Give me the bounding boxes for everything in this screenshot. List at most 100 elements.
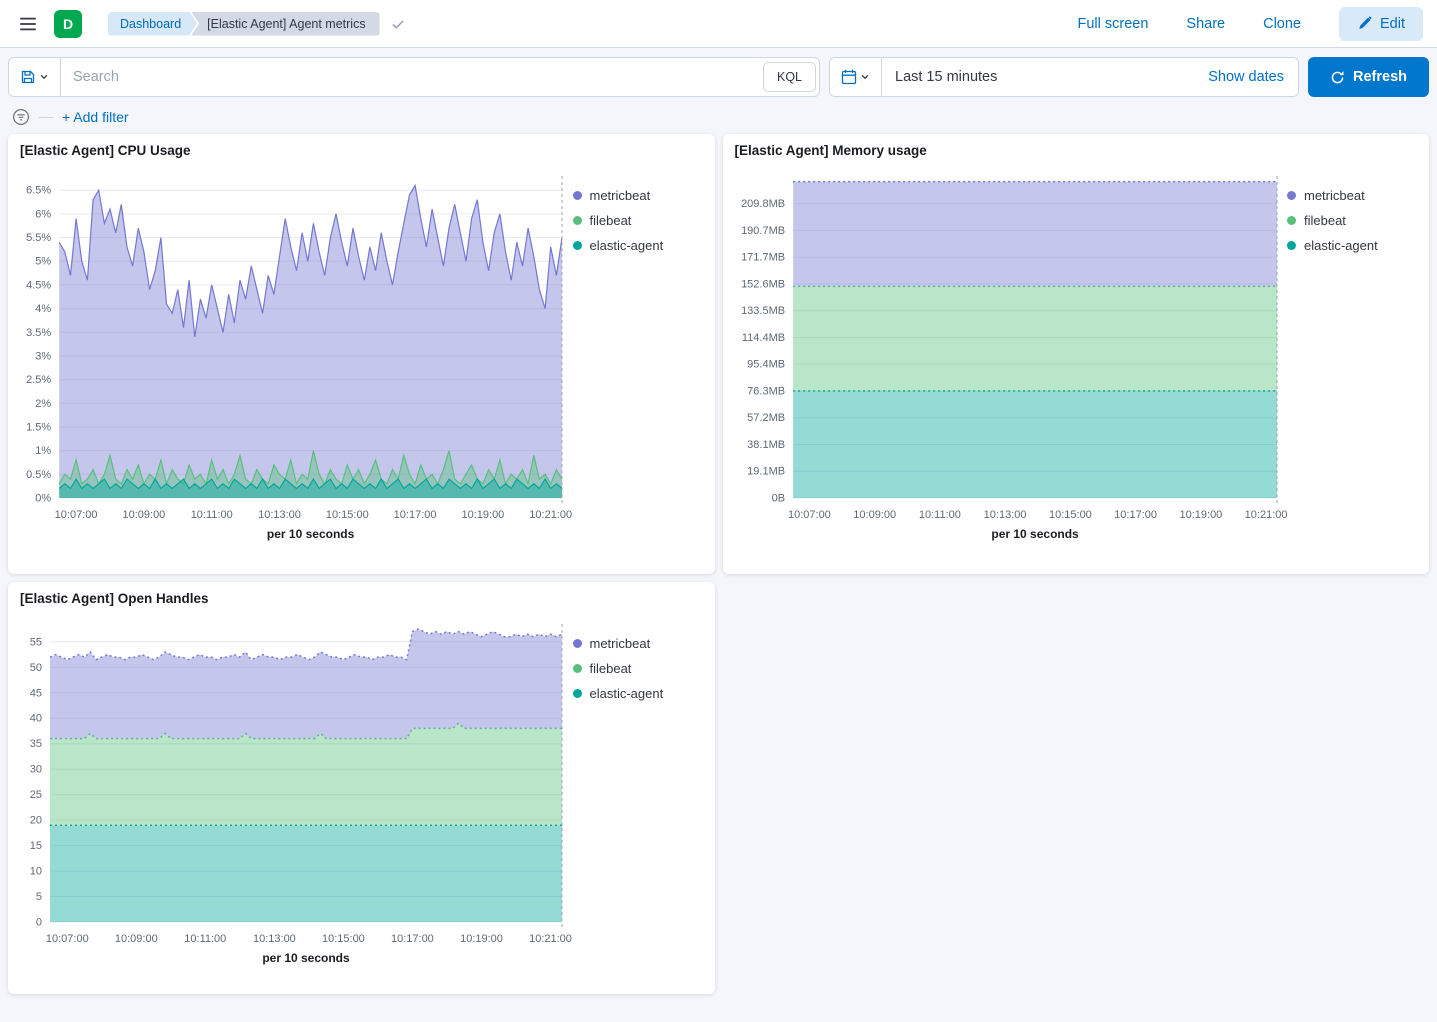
legend-item[interactable]: metricbeat <box>1287 188 1423 203</box>
svg-text:10:07:00: 10:07:00 <box>787 509 830 521</box>
kql-language-button[interactable]: KQL <box>763 62 816 92</box>
svg-text:50: 50 <box>30 662 42 674</box>
chart-canvas: 051015202530354045505510:07:0010:09:0010… <box>20 612 572 980</box>
svg-text:3.5%: 3.5% <box>26 327 51 339</box>
svg-text:19.1MB: 19.1MB <box>747 466 785 478</box>
svg-text:10:21:00: 10:21:00 <box>529 933 572 945</box>
svg-text:133.5MB: 133.5MB <box>741 305 785 317</box>
query-bar: KQL Last 15 minutes Show dates Refresh <box>8 57 1429 97</box>
legend-item[interactable]: filebeat <box>1287 213 1423 228</box>
svg-text:10:17:00: 10:17:00 <box>391 933 434 945</box>
breadcrumb-dashboard[interactable]: Dashboard <box>108 12 197 36</box>
svg-text:10:13:00: 10:13:00 <box>253 933 296 945</box>
svg-text:5%: 5% <box>35 256 51 268</box>
svg-text:10: 10 <box>30 866 42 878</box>
search-input[interactable] <box>61 58 763 96</box>
legend-item[interactable]: metricbeat <box>573 636 709 651</box>
svg-text:5.5%: 5.5% <box>26 232 51 244</box>
svg-text:per 10 seconds: per 10 seconds <box>262 951 350 965</box>
legend-dot <box>1287 216 1296 225</box>
svg-text:3%: 3% <box>35 350 51 362</box>
legend-item[interactable]: elastic-agent <box>573 686 709 701</box>
dashboard-grid: [Elastic Agent] CPU Usage 0%0.5%1%1.5%2%… <box>8 134 1429 994</box>
svg-text:10:11:00: 10:11:00 <box>191 509 233 521</box>
svg-text:10:11:00: 10:11:00 <box>184 933 226 945</box>
chart-legend: metricbeat filebeat elastic-agent <box>573 164 709 561</box>
legend-dot <box>573 689 582 698</box>
legend-dot <box>573 191 582 200</box>
refresh-button[interactable]: Refresh <box>1308 57 1429 97</box>
date-quick-menu-button[interactable] <box>830 58 882 96</box>
legend-dot <box>573 216 582 225</box>
chart-canvas: 0%0.5%1%1.5%2%2.5%3%3.5%4%4.5%5%5.5%6%6.… <box>20 164 572 556</box>
breadcrumb: Dashboard [Elastic Agent] Agent metrics <box>108 12 406 36</box>
svg-text:10:21:00: 10:21:00 <box>1244 509 1286 521</box>
svg-text:10:15:00: 10:15:00 <box>326 509 369 521</box>
legend-dot <box>573 664 582 673</box>
chevron-down-icon <box>860 72 870 82</box>
add-filter-link[interactable]: + Add filter <box>62 109 129 125</box>
svg-text:171.7MB: 171.7MB <box>741 252 785 264</box>
share-link[interactable]: Share <box>1186 16 1225 32</box>
legend-item[interactable]: filebeat <box>573 661 709 676</box>
svg-text:0B: 0B <box>771 493 784 505</box>
legend-item[interactable]: elastic-agent <box>1287 238 1423 253</box>
legend-label: filebeat <box>590 213 632 228</box>
save-icon <box>20 69 36 85</box>
time-range-value[interactable]: Last 15 minutes <box>882 69 1194 85</box>
legend-label: filebeat <box>1304 213 1346 228</box>
chart-canvas: 0B19.1MB38.1MB57.2MB76.3MB95.4MB114.4MB1… <box>735 164 1287 556</box>
svg-text:10:19:00: 10:19:00 <box>461 509 504 521</box>
legend-item[interactable]: metricbeat <box>573 188 709 203</box>
filter-divider <box>39 117 53 118</box>
breadcrumb-current-page: [Elastic Agent] Agent metrics <box>191 12 379 36</box>
full-screen-link[interactable]: Full screen <box>1077 16 1148 32</box>
calendar-icon <box>841 69 857 85</box>
svg-text:per 10 seconds: per 10 seconds <box>991 527 1079 541</box>
legend-label: elastic-agent <box>590 686 664 701</box>
svg-text:6.5%: 6.5% <box>26 185 51 197</box>
hamburger-menu-button[interactable] <box>14 10 42 38</box>
legend-label: metricbeat <box>1304 188 1365 203</box>
cpu-usage-area-chart: 0%0.5%1%1.5%2%2.5%3%3.5%4%4.5%5%5.5%6%6.… <box>20 164 573 561</box>
svg-text:10:11:00: 10:11:00 <box>918 509 960 521</box>
edit-button[interactable]: Edit <box>1339 7 1423 41</box>
refresh-button-label: Refresh <box>1353 69 1407 85</box>
legend-dot <box>1287 241 1296 250</box>
check-icon <box>390 16 406 32</box>
filter-icon <box>12 108 30 126</box>
panel-cpu-usage: [Elastic Agent] CPU Usage 0%0.5%1%1.5%2%… <box>8 134 715 574</box>
svg-text:5: 5 <box>36 891 42 903</box>
svg-text:10:17:00: 10:17:00 <box>1114 509 1157 521</box>
panel-memory-usage: [Elastic Agent] Memory usage 0B19.1MB38.… <box>723 134 1430 574</box>
svg-text:10:09:00: 10:09:00 <box>115 933 158 945</box>
legend-label: elastic-agent <box>590 238 664 253</box>
show-dates-link[interactable]: Show dates <box>1194 69 1298 85</box>
legend-dot <box>573 241 582 250</box>
svg-text:55: 55 <box>30 636 42 648</box>
legend-item[interactable]: filebeat <box>573 213 709 228</box>
svg-text:10:21:00: 10:21:00 <box>529 509 572 521</box>
clone-link[interactable]: Clone <box>1263 16 1301 32</box>
svg-text:10:19:00: 10:19:00 <box>460 933 503 945</box>
legend-item[interactable]: elastic-agent <box>573 238 709 253</box>
svg-text:114.4MB: 114.4MB <box>741 332 784 344</box>
svg-text:95.4MB: 95.4MB <box>747 359 785 371</box>
panel-title: [Elastic Agent] CPU Usage <box>20 143 709 158</box>
svg-text:4.5%: 4.5% <box>26 279 51 291</box>
svg-text:10:13:00: 10:13:00 <box>983 509 1026 521</box>
svg-text:10:19:00: 10:19:00 <box>1179 509 1222 521</box>
saved-query-menu-button[interactable] <box>9 58 61 96</box>
svg-text:38.1MB: 38.1MB <box>747 439 785 451</box>
refresh-icon <box>1330 70 1345 85</box>
chart-legend: metricbeat filebeat elastic-agent <box>573 612 709 985</box>
svg-text:1.5%: 1.5% <box>26 422 51 434</box>
memory-usage-area-chart: 0B19.1MB38.1MB57.2MB76.3MB95.4MB114.4MB1… <box>735 164 1288 561</box>
svg-text:30: 30 <box>30 764 42 776</box>
svg-text:10:15:00: 10:15:00 <box>1048 509 1091 521</box>
space-avatar[interactable]: D <box>54 10 82 38</box>
svg-text:10:07:00: 10:07:00 <box>46 933 89 945</box>
svg-text:45: 45 <box>30 687 42 699</box>
legend-dot <box>1287 191 1296 200</box>
filter-bar: + Add filter <box>12 108 1425 126</box>
